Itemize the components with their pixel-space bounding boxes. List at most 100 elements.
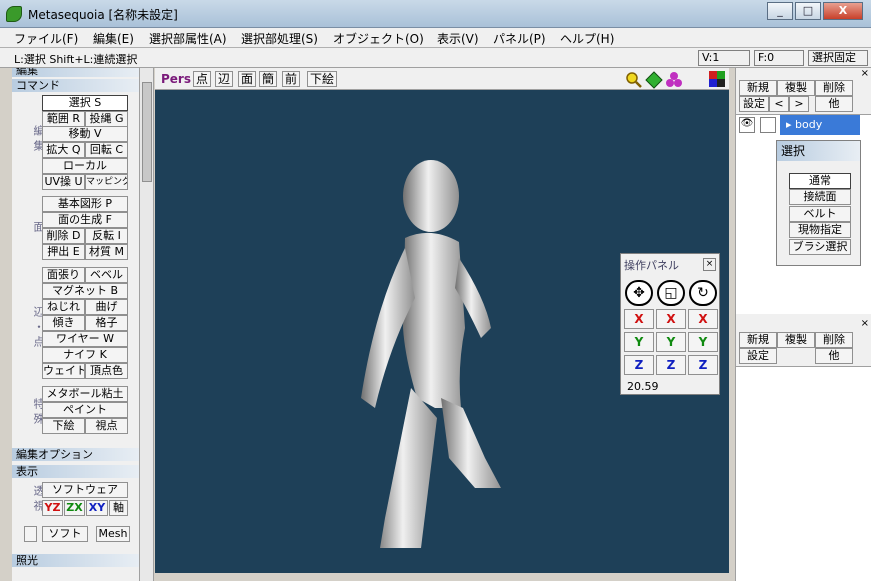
rotate-y-button[interactable]: Y	[688, 332, 718, 352]
selection-lock[interactable]: 選択固定	[808, 50, 868, 66]
object-other-button[interactable]: 他	[815, 96, 853, 112]
delete-material-button[interactable]: 削除	[815, 332, 853, 348]
vertex-mode-button[interactable]: 点	[193, 71, 211, 87]
lock-toggle[interactable]	[760, 117, 776, 133]
material-other-button[interactable]: 他	[815, 348, 853, 364]
delete-object-button[interactable]: 削除	[815, 80, 853, 96]
bend-button[interactable]: 曲げ	[85, 299, 128, 315]
wire-button[interactable]: ワイヤー W	[42, 331, 128, 347]
soft-button[interactable]: ソフト	[42, 526, 88, 542]
zx-view-button[interactable]: ZX	[64, 500, 85, 516]
rotate-gizmo-icon[interactable]: ↻	[689, 280, 717, 306]
yz-view-button[interactable]: YZ	[42, 500, 63, 516]
object-row-body[interactable]: ▸ body	[780, 115, 860, 135]
menu-selection-attributes[interactable]: 選択部属性(A)	[149, 30, 227, 47]
move-z-button[interactable]: Z	[624, 355, 654, 375]
material-close-icon[interactable]: ×	[861, 318, 869, 329]
delete-button[interactable]: 削除 D	[42, 228, 85, 244]
rotate-x-button[interactable]: X	[688, 309, 718, 329]
move-y-button[interactable]: Y	[624, 332, 654, 352]
uv-button[interactable]: UV操 U	[42, 174, 85, 190]
lattice-button[interactable]: 格子	[85, 315, 128, 331]
menu-help[interactable]: ヘルプ(H)	[560, 30, 614, 47]
mesh-button[interactable]: Mesh	[96, 526, 130, 542]
primitive-button[interactable]: 基本図形 P	[42, 196, 128, 212]
face-stretch-button[interactable]: 面張り	[42, 267, 85, 283]
new-material-button[interactable]: 新規	[739, 332, 777, 348]
duplicate-object-button[interactable]: 複製	[777, 80, 815, 96]
vertex-color-button[interactable]: 頂点色	[85, 363, 128, 379]
material-button[interactable]: 材質 M	[85, 244, 128, 260]
scale-z-button[interactable]: Z	[656, 355, 686, 375]
extrude-button[interactable]: 押出 E	[42, 244, 85, 260]
section-lighting[interactable]: 照光	[12, 554, 139, 567]
axis-button[interactable]: 軸	[109, 500, 128, 516]
select-current-button[interactable]: 現物指定	[789, 222, 851, 238]
software-render-button[interactable]: ソフトウェア	[42, 482, 128, 498]
front-mode-button[interactable]: 前	[282, 71, 300, 87]
local-button[interactable]: ローカル	[42, 158, 128, 174]
minimize-button[interactable]: _	[767, 2, 793, 20]
maximize-button[interactable]: □	[795, 2, 821, 20]
operation-panel-close-icon[interactable]: ×	[703, 258, 716, 271]
flip-button[interactable]: 反転 I	[85, 228, 128, 244]
color-palette-icon[interactable]	[709, 71, 725, 87]
simple-mode-button[interactable]: 簡	[259, 71, 277, 87]
section-edit-options[interactable]: 編集オプション	[12, 448, 139, 461]
close-button[interactable]: X	[823, 2, 863, 20]
section-display[interactable]: 表示	[12, 465, 139, 478]
mapping-button[interactable]: マッピング	[85, 174, 128, 190]
visibility-eye-icon[interactable]: 👁	[739, 117, 755, 133]
menu-edit[interactable]: 編集(E)	[93, 30, 134, 47]
underlay-button[interactable]: 下絵	[42, 418, 85, 434]
section-commands[interactable]: コマンド	[12, 79, 139, 92]
twist-button[interactable]: ねじれ	[42, 299, 85, 315]
menu-panel[interactable]: パネル(P)	[493, 30, 546, 47]
move-down-button[interactable]: >	[789, 96, 809, 112]
human-figure-model[interactable]	[345, 158, 515, 548]
select-belt-button[interactable]: ベルト	[789, 206, 851, 222]
menu-selection-process[interactable]: 選択部処理(S)	[241, 30, 318, 47]
knife-button[interactable]: ナイフ K	[42, 347, 128, 363]
scale-gizmo-icon[interactable]: ◱	[657, 280, 685, 306]
select-normal-button[interactable]: 通常	[789, 173, 851, 189]
perspective-mode[interactable]: Pers	[161, 72, 191, 86]
new-object-button[interactable]: 新規	[739, 80, 777, 96]
create-face-button[interactable]: 面の生成 F	[42, 212, 128, 228]
menu-file[interactable]: ファイル(F)	[14, 30, 78, 47]
scrollbar-thumb[interactable]	[142, 82, 152, 182]
face-mode-button[interactable]: 面	[238, 71, 256, 87]
move-x-button[interactable]: X	[624, 309, 654, 329]
move-up-button[interactable]: <	[769, 96, 789, 112]
render-toggle[interactable]	[24, 526, 37, 542]
menu-object[interactable]: オブジェクト(O)	[333, 30, 424, 47]
section-edit[interactable]: 編集	[12, 68, 139, 77]
zoom-icon[interactable]	[625, 71, 643, 89]
material-settings-button[interactable]: 設定	[739, 348, 777, 364]
command-panel-scrollbar[interactable]	[140, 68, 154, 581]
lasso-button[interactable]: 投縄 G	[85, 111, 128, 127]
weight-button[interactable]: ウェイト	[42, 363, 85, 379]
scale-x-button[interactable]: X	[656, 309, 686, 329]
close-icon[interactable]: ×	[861, 68, 869, 79]
pan-icon[interactable]	[645, 71, 663, 89]
menu-view[interactable]: 表示(V)	[437, 30, 479, 47]
edge-mode-button[interactable]: 辺	[215, 71, 233, 87]
scale-button[interactable]: 拡大 Q	[42, 142, 85, 158]
move-button[interactable]: 移動 V	[42, 126, 128, 142]
metaball-button[interactable]: メタボール粘土	[42, 386, 128, 402]
select-connected-button[interactable]: 接続面	[789, 189, 851, 205]
underlay-toggle-button[interactable]: 下絵	[307, 71, 337, 87]
rotate-z-button[interactable]: Z	[688, 355, 718, 375]
bevel-button[interactable]: ベベル	[85, 267, 128, 283]
viewpoint-button[interactable]: 視点	[85, 418, 128, 434]
tilt-button[interactable]: 傾き	[42, 315, 85, 331]
duplicate-material-button[interactable]: 複製	[777, 332, 815, 348]
move-gizmo-icon[interactable]: ✥	[625, 280, 653, 306]
paint-button[interactable]: ペイント	[42, 402, 128, 418]
magnet-button[interactable]: マグネット B	[42, 283, 128, 299]
scale-y-button[interactable]: Y	[656, 332, 686, 352]
select-brush-button[interactable]: ブラシ選択	[789, 239, 851, 255]
rotate-view-icon[interactable]	[665, 71, 683, 89]
select-button[interactable]: 選択 S	[42, 95, 128, 111]
